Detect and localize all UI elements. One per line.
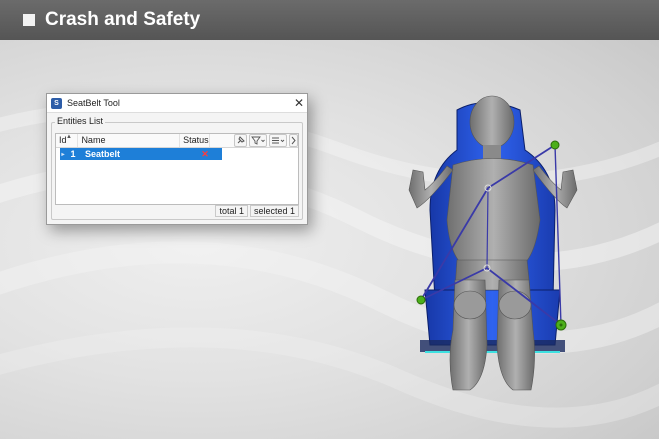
dummy-seat-model[interactable] [395, 90, 595, 395]
header-bullet-icon [23, 14, 35, 26]
status-error-icon: ✕ [201, 148, 209, 159]
column-header-id[interactable]: Id ▲ [56, 134, 79, 147]
table-row[interactable]: ▸ 1 Seatbelt ✕ [60, 148, 222, 160]
slide-header: Crash and Safety [0, 0, 659, 40]
seatbelt-tool-dialog[interactable]: S SeatBelt Tool ✕ Entities List Id ▲ Nam… [46, 93, 308, 225]
seat-cushion [420, 289, 565, 353]
entities-table[interactable]: Id ▲ Name Status ▸ 1 Seatbelt ✕ [55, 133, 299, 205]
column-header-name[interactable]: Name [78, 134, 181, 147]
scroll-right-icon[interactable] [288, 134, 298, 147]
columns-icon[interactable] [268, 134, 287, 147]
seatbelt-tool-icon: S [51, 97, 62, 109]
row-id: 1 [70, 149, 76, 159]
table-statusbar: total 1 selected 1 [55, 205, 299, 217]
entities-list-label: Entities List [55, 116, 106, 126]
slide-title: Crash and Safety [45, 9, 201, 30]
row-name: Seatbelt [85, 149, 121, 159]
column-header-status[interactable]: Status [180, 134, 210, 147]
table-toolbar [233, 134, 298, 147]
dialog-titlebar[interactable]: S SeatBelt Tool ✕ [47, 94, 307, 113]
sort-caret-icon: ▲ [66, 134, 72, 140]
dialog-title: SeatBelt Tool [67, 98, 120, 108]
filter-icon[interactable] [248, 134, 267, 147]
close-icon[interactable]: ✕ [291, 96, 307, 110]
status-total: total 1 [215, 205, 248, 217]
table-header: Id ▲ Name Status [56, 134, 298, 148]
entities-list-group: Entities List Id ▲ Name Status ▸ 1 Seatb… [51, 116, 303, 220]
status-selected: selected 1 [249, 205, 299, 217]
pin-icon[interactable] [233, 134, 247, 147]
